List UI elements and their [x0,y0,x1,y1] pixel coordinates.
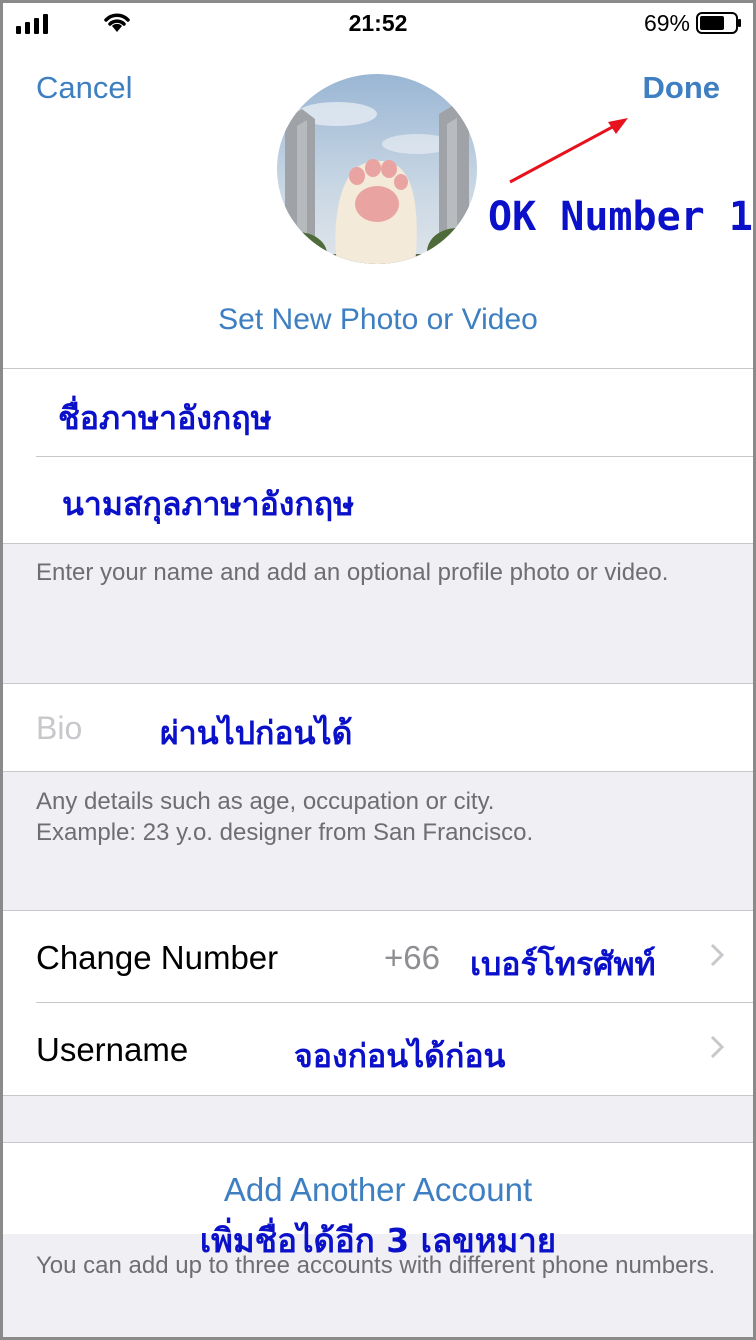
phone-annotation: เบอร์โทรศัพท์ [470,945,656,983]
bio-footnote: Any details such as age, occupation or c… [36,786,726,848]
account-settings-section: Change Number +66 เบอร์โทรศัพท์ Username… [0,910,756,1096]
username-annotation: จองก่อนได้ก่อน [294,1037,506,1075]
last-name-annotation: นามสกุลภาษาอังกฤษ [62,485,355,523]
username-label: Username [36,1031,189,1068]
phone-prefix: +66 [384,939,440,976]
first-name-annotation: ชื่อภาษาอังกฤษ [58,399,272,437]
username-row[interactable]: Username จองก่อนได้ก่อน [36,1003,756,1095]
set-new-photo-button[interactable]: Set New Photo or Video [0,303,756,337]
done-button[interactable]: Done [643,70,721,106]
change-number-label: Change Number [36,939,279,976]
cancel-button[interactable]: Cancel [36,70,133,106]
bio-annotation: ผ่านไปก่อนได้ [160,714,353,752]
bio-footnote-line2: Example: 23 y.o. designer from San Franc… [36,819,534,846]
chevron-right-icon [710,943,724,967]
change-number-row[interactable]: Change Number +66 เบอร์โทรศัพท์ [36,911,756,1003]
profile-avatar[interactable] [277,74,477,264]
battery-percent: 69% [643,10,690,36]
annotation-arrow-icon [509,118,628,184]
name-fields-section: ชื่อภาษาอังกฤษ นามสกุลภาษาอังกฤษ [0,368,756,544]
bio-field[interactable]: Bio ผ่านไปก่อนได้ [0,683,756,772]
add-account-annotation: เพิ่มชื่อได้อีก 3 เลขหมาย [199,1221,557,1260]
bio-footnote-line1: Any details such as age, occupation or c… [36,788,495,815]
bio-placeholder: Bio [36,710,83,746]
chevron-right-icon [710,1035,724,1059]
status-time: 21:52 [348,10,408,36]
last-name-field[interactable]: นามสกุลภาษาอังกฤษ [36,457,756,545]
name-footnote: Enter your name and add an optional prof… [36,559,669,586]
status-bar: 21:52 69% [0,0,756,48]
annotation-ok-number: OK Number 1 [488,194,753,240]
add-another-account-button[interactable]: Add Another Account [0,1171,756,1209]
battery-icon [696,12,741,34]
profile-header: Cancel Done OK Number 1 Set New Photo or… [0,48,756,368]
first-name-field[interactable]: ชื่อภาษาอังกฤษ [36,369,756,457]
